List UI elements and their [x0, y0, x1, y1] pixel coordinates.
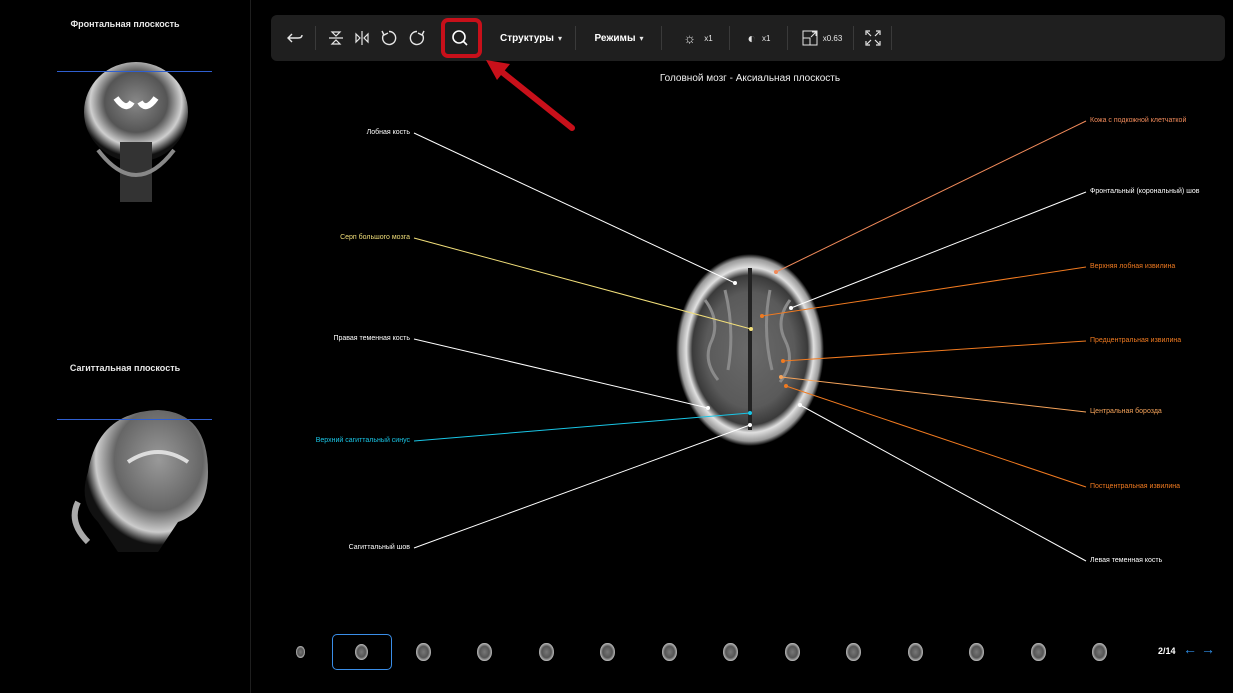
slice-thumbnail-image	[661, 642, 677, 662]
slice-thumbnail-image	[969, 642, 984, 662]
slice-thumbnail[interactable]	[455, 634, 515, 670]
slice-thumbnail-image	[477, 642, 492, 662]
slice-thumbnail[interactable]	[1070, 634, 1130, 670]
slice-thumbnail[interactable]	[331, 634, 392, 670]
label-precentral-gyrus[interactable]: Предцентральная извилина	[1090, 337, 1181, 344]
label-central-sulcus[interactable]: Центральная борозда	[1090, 408, 1162, 415]
slice-thumbnail[interactable]	[393, 634, 453, 670]
slice-thumbnail-image	[538, 642, 554, 662]
slice-thumbnail[interactable]	[1008, 634, 1068, 670]
slice-thumbnail[interactable]	[578, 634, 638, 670]
axial-brain-view[interactable]	[0, 0, 1233, 693]
slice-thumbnail-image	[600, 642, 615, 662]
slice-thumbnail-image	[846, 642, 861, 662]
label-right-parietal-bone[interactable]: Правая теменная кость	[333, 335, 410, 342]
slice-thumbnail[interactable]	[639, 634, 699, 670]
label-frontal-bone[interactable]: Лобная кость	[367, 129, 410, 136]
label-skin[interactable]: Кожа с подкожной клетчаткой	[1090, 117, 1186, 124]
label-superior-sagittal-sinus[interactable]: Верхний сагиттальный синус	[316, 437, 410, 444]
slice-thumbnail[interactable]	[762, 634, 822, 670]
slice-thumbnail-image	[295, 646, 305, 658]
slice-thumbnail-image	[907, 642, 923, 662]
label-superior-frontal-gyrus[interactable]: Верхняя лобная извилина	[1090, 263, 1175, 270]
slice-thumbnail[interactable]	[701, 634, 761, 670]
label-postcentral-gyrus[interactable]: Постцентральная извилина	[1090, 483, 1180, 490]
slice-thumbnail[interactable]	[947, 634, 1007, 670]
slice-thumbnail-image	[1092, 642, 1107, 662]
prev-slice-button[interactable]: ←	[1183, 641, 1197, 657]
slice-thumbnail-image	[784, 642, 800, 662]
label-falx-cerebri[interactable]: Серп большого мозга	[340, 234, 410, 241]
next-slice-button[interactable]: →	[1201, 641, 1215, 657]
slice-thumbnail-image	[415, 642, 431, 662]
slice-thumbnail[interactable]	[824, 634, 884, 670]
slice-thumbnail-image	[1030, 642, 1046, 662]
slice-thumbnail[interactable]	[516, 634, 576, 670]
label-sagittal-suture[interactable]: Сагиттальный шов	[349, 544, 410, 551]
page-counter: 2/14	[1158, 646, 1176, 656]
label-coronal-suture[interactable]: Фронтальный (корональный) шов	[1090, 188, 1199, 195]
slice-thumbnail[interactable]	[270, 634, 330, 670]
slice-thumbnail-image	[723, 642, 738, 662]
slice-thumbnail-image	[355, 643, 368, 661]
slice-thumbnail[interactable]	[885, 634, 945, 670]
label-left-parietal-bone[interactable]: Левая теменная кость	[1090, 557, 1162, 564]
